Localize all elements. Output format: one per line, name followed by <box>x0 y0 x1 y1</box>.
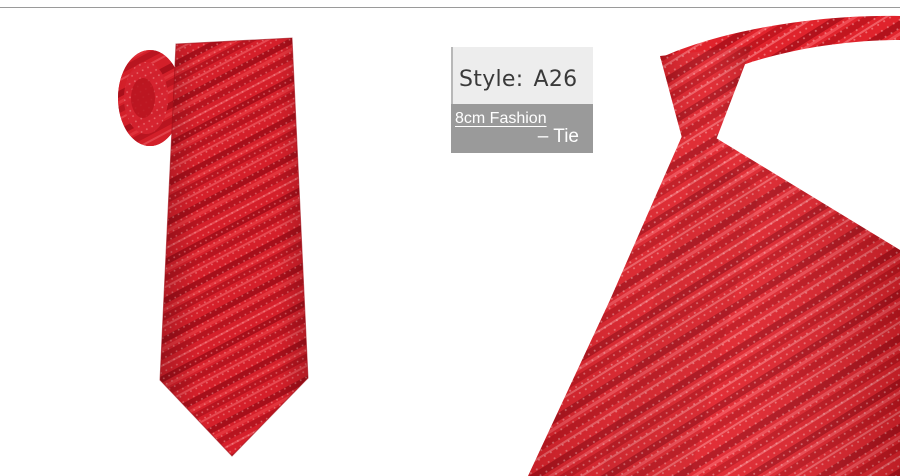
description-line-2: – Tie <box>537 126 579 147</box>
style-key: Style: <box>459 67 524 92</box>
product-scene <box>118 15 900 476</box>
rolled-tie <box>118 37 309 457</box>
description-line-1: 8cm Fashion <box>455 110 547 127</box>
style-value: A26 <box>533 67 578 92</box>
style-code: Style: A26 <box>459 67 577 92</box>
style-label-header: Style: A26 <box>451 47 593 104</box>
style-label-description: 8cm Fashion – Tie <box>451 104 593 153</box>
style-label: Style: A26 8cm Fashion – Tie <box>451 47 593 153</box>
